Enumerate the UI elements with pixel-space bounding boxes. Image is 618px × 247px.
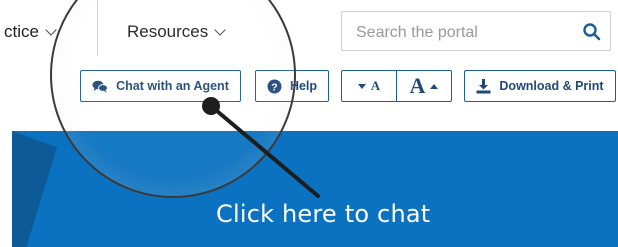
search-icon[interactable] — [582, 22, 602, 42]
question-circle-icon: ? — [267, 79, 282, 93]
download-button-label: Download & Print — [499, 79, 604, 93]
nav-divider — [97, 0, 98, 56]
help-button[interactable]: ? Help — [255, 70, 329, 102]
chat-bubbles-icon — [92, 80, 109, 92]
search-box — [341, 11, 611, 51]
nav-resources-label: Resources — [127, 22, 209, 41]
font-large-label: A — [409, 73, 426, 98]
nav-practice[interactable]: ctice — [4, 22, 57, 42]
nav-practice-label: ctice — [4, 22, 39, 41]
chevron-down-icon — [45, 24, 57, 36]
triangle-down-icon — [357, 83, 366, 89]
download-print-button[interactable]: Download & Print — [464, 70, 616, 102]
download-icon — [476, 78, 491, 93]
font-small-label: A — [370, 78, 381, 93]
chat-button-label: Chat with an Agent — [116, 79, 229, 93]
triangle-up-icon — [430, 83, 439, 89]
decrease-font-button[interactable]: A — [342, 71, 397, 101]
banner-decoration — [12, 131, 57, 247]
svg-text:?: ? — [271, 81, 277, 93]
page: ctice Resources Chat with an Agent ? Hel… — [0, 0, 618, 247]
hero-banner — [12, 131, 618, 247]
font-size-controls: A A — [341, 70, 452, 102]
nav-resources[interactable]: Resources — [127, 22, 226, 42]
increase-font-button[interactable]: A — [397, 71, 451, 101]
annotation-caption: Click here to chat — [216, 200, 431, 228]
chat-with-agent-button[interactable]: Chat with an Agent — [80, 70, 241, 102]
search-input[interactable] — [354, 20, 578, 46]
help-button-label: Help — [289, 79, 318, 93]
chevron-down-icon — [214, 24, 226, 36]
